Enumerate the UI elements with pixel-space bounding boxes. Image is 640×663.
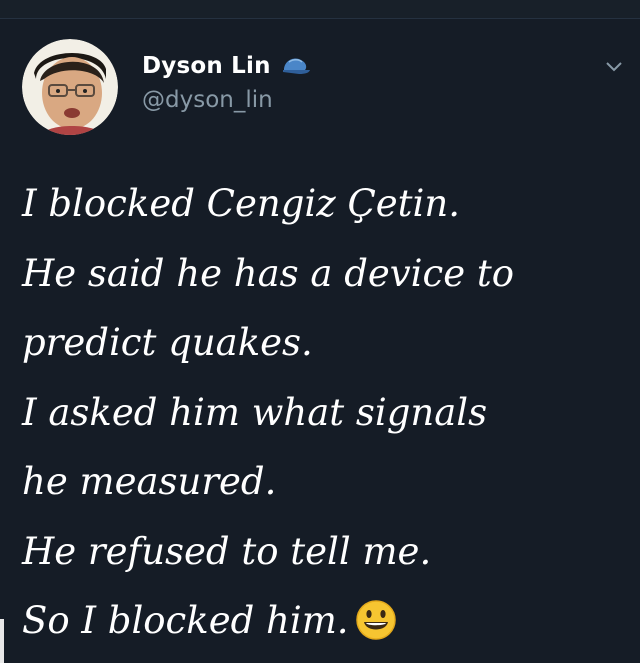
- tweet-line: predict quakes.: [22, 321, 313, 364]
- avatar[interactable]: [22, 39, 118, 135]
- grinning-face-emoji: [355, 594, 397, 640]
- tweet-line: He said he has a device to: [22, 251, 515, 295]
- tweet-header: Dyson Lin @dyson_lin: [142, 49, 311, 113]
- name-row: Dyson Lin: [142, 49, 311, 83]
- top-divider: [0, 0, 640, 19]
- tweet-line-last: So I blocked him.: [22, 586, 622, 656]
- tweet-line: I blocked Cengiz Çetin.: [22, 182, 460, 225]
- avatar-image: [22, 39, 118, 135]
- tweet-line: He refused to tell me.: [22, 529, 432, 573]
- tweet-line: I asked him what signals: [22, 390, 488, 434]
- tweet-text: I blocked Cengiz Çetin. He said he has a…: [22, 169, 622, 656]
- tweet-line: So I blocked him.: [22, 599, 349, 642]
- tweet-line: he measured.: [22, 460, 277, 503]
- chevron-down-icon[interactable]: [604, 59, 624, 73]
- display-name[interactable]: Dyson Lin: [142, 53, 271, 79]
- tweet-card: Dyson Lin @dyson_lin I blocked Cengiz Çe…: [0, 19, 640, 663]
- left-edge-bar: [0, 619, 4, 663]
- handle[interactable]: @dyson_lin: [142, 87, 311, 113]
- cap-icon: [281, 54, 311, 78]
